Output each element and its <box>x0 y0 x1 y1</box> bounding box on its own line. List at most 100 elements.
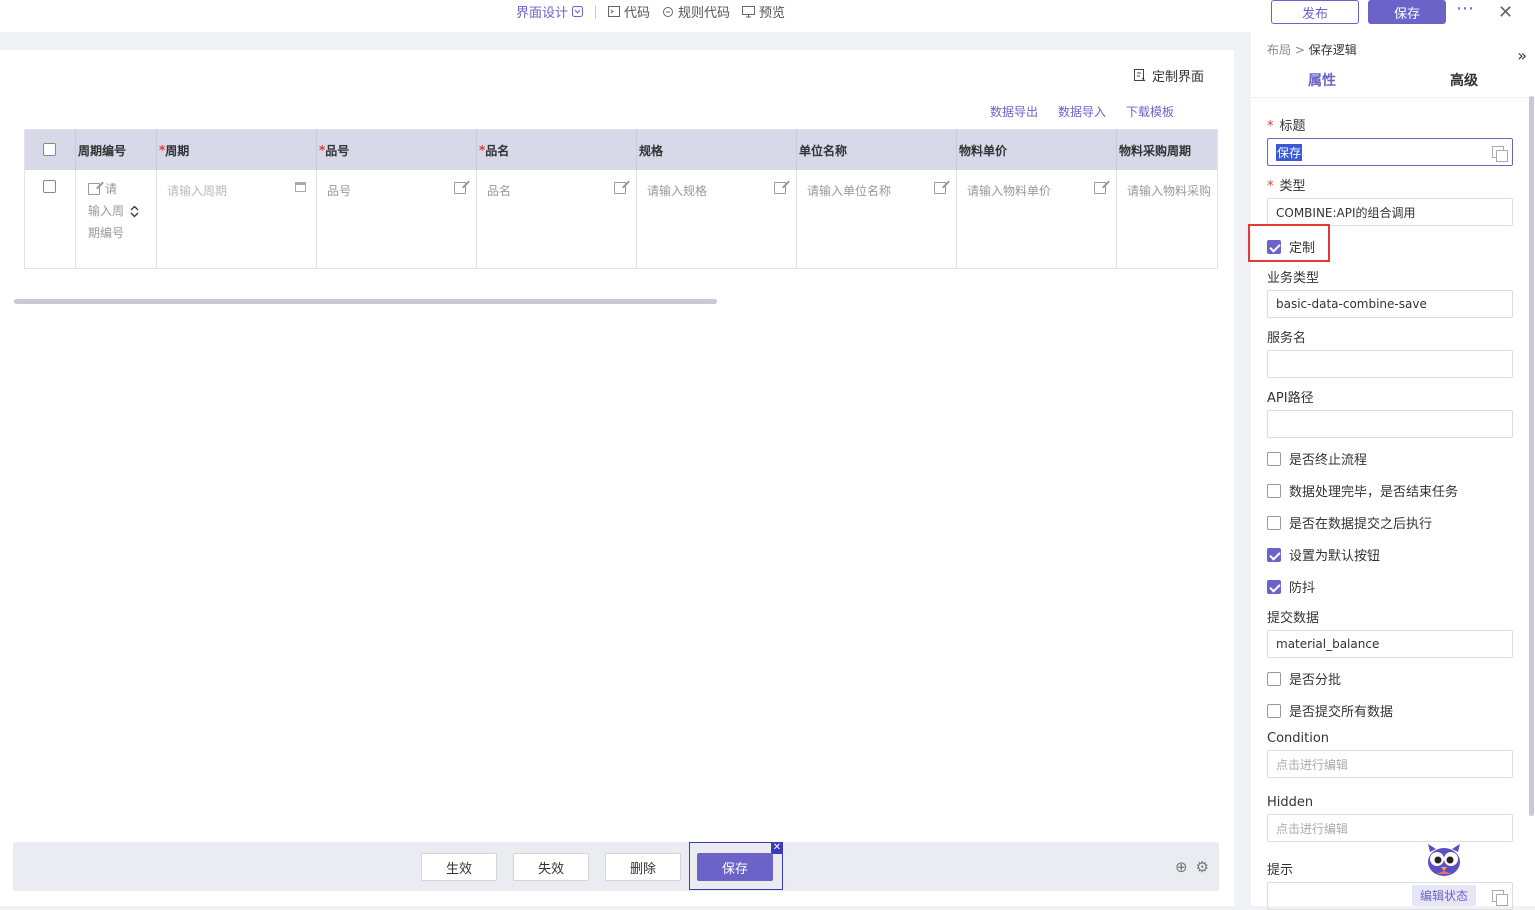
edit-state-badge[interactable]: 编辑状态 <box>1412 885 1476 906</box>
checkbox-unchecked[interactable] <box>1267 703 1281 718</box>
batch-checkbox[interactable]: 是否分批 <box>1267 669 1341 688</box>
title-input[interactable]: 保存 <box>1267 138 1513 166</box>
remove-component-icon[interactable]: ✕ <box>771 842 783 854</box>
hidden-input[interactable]: 点击进行编辑 <box>1267 814 1513 842</box>
checkbox-checked[interactable] <box>1267 579 1281 594</box>
period-code-input[interactable]: 请 输入周 期编号 <box>88 178 139 244</box>
collapse-panel-icon[interactable]: » <box>1517 46 1527 65</box>
select-all-checkbox[interactable] <box>43 143 56 156</box>
checkbox-unchecked[interactable] <box>1267 515 1281 530</box>
save-button[interactable]: 保存 <box>1368 0 1446 24</box>
effective-button[interactable]: 生效 <box>421 853 497 881</box>
bottom-save-button[interactable]: 保存 <box>697 853 773 881</box>
tab-code-label: 代码 <box>624 6 651 21</box>
data-links: 数据导出 数据导入 下载模板 <box>990 103 1174 120</box>
stepper-icon[interactable] <box>130 205 139 218</box>
cell-purchase-cycle[interactable]: 请输入物料采购 <box>1117 170 1217 268</box>
column-header[interactable]: 物料单价 <box>957 130 1117 170</box>
column-header[interactable]: 规格 <box>637 130 797 170</box>
tab-preview[interactable]: 预览 <box>742 2 785 21</box>
api-path-label: API路径 <box>1267 391 1314 406</box>
spec-input[interactable]: 请输入规格 <box>647 182 786 199</box>
checkbox-unchecked[interactable] <box>1267 483 1281 498</box>
debounce-checkbox[interactable]: 防抖 <box>1267 577 1315 596</box>
stop-flow-checkbox[interactable]: 是否终止流程 <box>1267 449 1367 468</box>
edit-icon[interactable] <box>934 182 946 194</box>
after-submit-checkbox[interactable]: 是否在数据提交之后执行 <box>1267 513 1432 532</box>
title-label-text: 标题 <box>1279 119 1306 134</box>
submit-all-label: 是否提交所有数据 <box>1289 705 1394 720</box>
column-header[interactable]: 周期编号 <box>76 130 157 170</box>
tab-code[interactable]: 代码 <box>608 2 650 21</box>
export-data-link[interactable]: 数据导出 <box>990 103 1038 120</box>
column-header-label: 物料单价 <box>959 143 1008 158</box>
service-name-field: 服务名 <box>1267 327 1513 378</box>
gear-icon[interactable]: ⚙ <box>1196 858 1209 876</box>
tab-advanced[interactable]: 高级 <box>1393 64 1535 97</box>
submit-all-checkbox[interactable]: 是否提交所有数据 <box>1267 701 1393 720</box>
edit-icon[interactable] <box>774 182 786 194</box>
condition-input[interactable]: 点击进行编辑 <box>1267 750 1513 778</box>
custom-ui-button[interactable]: 定制界面 <box>1133 66 1204 85</box>
more-icon[interactable]: ⋯ <box>1456 0 1475 19</box>
tab-properties[interactable]: 属性 <box>1251 64 1393 97</box>
tab-rule-code[interactable]: 规则代码 <box>662 2 730 21</box>
edit-icon[interactable] <box>1094 182 1106 194</box>
column-header[interactable]: 单位名称 <box>797 130 957 170</box>
period-input[interactable]: 请输入周期 <box>167 182 306 199</box>
cell-unit-price[interactable]: 请输入物料单价 <box>957 170 1117 268</box>
column-header[interactable]: * 周期 <box>157 130 317 170</box>
cell-period[interactable]: 请输入周期 <box>157 170 317 268</box>
rule-icon <box>663 6 674 17</box>
end-task-checkbox[interactable]: 数据处理完毕，是否结束任务 <box>1267 481 1458 500</box>
type-label-text: 类型 <box>1279 179 1306 194</box>
column-header[interactable]: * 品名 <box>477 130 637 170</box>
close-icon[interactable]: ✕ <box>1498 2 1513 23</box>
edit-icon[interactable] <box>454 182 466 194</box>
horizontal-scrollbar[interactable] <box>14 299 717 304</box>
type-select[interactable]: COMBINE:API的组合调用 <box>1267 198 1513 226</box>
panel-scrollbar[interactable] <box>1529 96 1534 816</box>
row-checkbox[interactable] <box>43 180 56 193</box>
column-header[interactable]: 物料采购周期 <box>1117 130 1217 170</box>
tab-ui-design[interactable]: 界面设计 <box>516 2 584 21</box>
unit-name-input[interactable]: 请输入单位名称 <box>807 182 946 199</box>
column-header[interactable]: * 品号 <box>317 130 477 170</box>
cell-period-code[interactable]: 请 输入周 期编号 <box>76 170 157 268</box>
publish-button[interactable]: 发布 <box>1271 0 1359 24</box>
copy-icon[interactable] <box>1492 890 1508 906</box>
calendar-icon[interactable] <box>295 182 306 192</box>
api-path-input[interactable] <box>1267 410 1513 438</box>
owl-assistant-icon[interactable] <box>1424 842 1464 878</box>
checkbox-unchecked[interactable] <box>1267 671 1281 686</box>
download-template-link[interactable]: 下载模板 <box>1126 103 1174 120</box>
breadcrumb-root[interactable]: 布局 <box>1267 43 1291 57</box>
item-no-input[interactable]: 品号 <box>327 182 466 199</box>
submit-data-input[interactable]: material_balance <box>1267 630 1513 658</box>
cell-spec[interactable]: 请输入规格 <box>637 170 797 268</box>
cell-item-name[interactable]: 品名 <box>477 170 637 268</box>
cell-unit-name[interactable]: 请输入单位名称 <box>797 170 957 268</box>
default-button-checkbox[interactable]: 设置为默认按钮 <box>1267 545 1380 564</box>
service-name-input[interactable] <box>1267 350 1513 378</box>
copy-icon[interactable] <box>1492 146 1508 162</box>
unit-price-input[interactable]: 请输入物料单价 <box>967 182 1106 199</box>
purchase-cycle-input[interactable]: 请输入物料采购 <box>1127 182 1217 199</box>
tip-label: 提示 <box>1267 863 1294 878</box>
add-circle-icon[interactable]: ⊕ <box>1175 858 1188 876</box>
placeholder-text: 请输入物料采购 <box>1127 184 1212 198</box>
cell-item-no[interactable]: 品号 <box>317 170 477 268</box>
biz-type-input[interactable]: basic-data-combine-save <box>1267 290 1513 318</box>
after-submit-label: 是否在数据提交之后执行 <box>1289 517 1433 532</box>
item-name-input[interactable]: 品名 <box>487 182 626 199</box>
edit-icon[interactable] <box>614 182 626 194</box>
import-data-link[interactable]: 数据导入 <box>1058 103 1106 120</box>
placeholder-text: 输入周 <box>88 204 125 218</box>
checkbox-unchecked[interactable] <box>1267 451 1281 466</box>
invalid-button[interactable]: 失效 <box>513 853 589 881</box>
placeholder-text: 品名 <box>487 184 512 198</box>
tab-ui-design-label: 界面设计 <box>516 6 569 21</box>
checkbox-checked[interactable] <box>1267 547 1281 562</box>
top-bar: 界面设计 代码 规则代码 预览 发布 保存 ⋯ ✕ <box>0 0 1535 32</box>
delete-button[interactable]: 删除 <box>605 853 681 881</box>
